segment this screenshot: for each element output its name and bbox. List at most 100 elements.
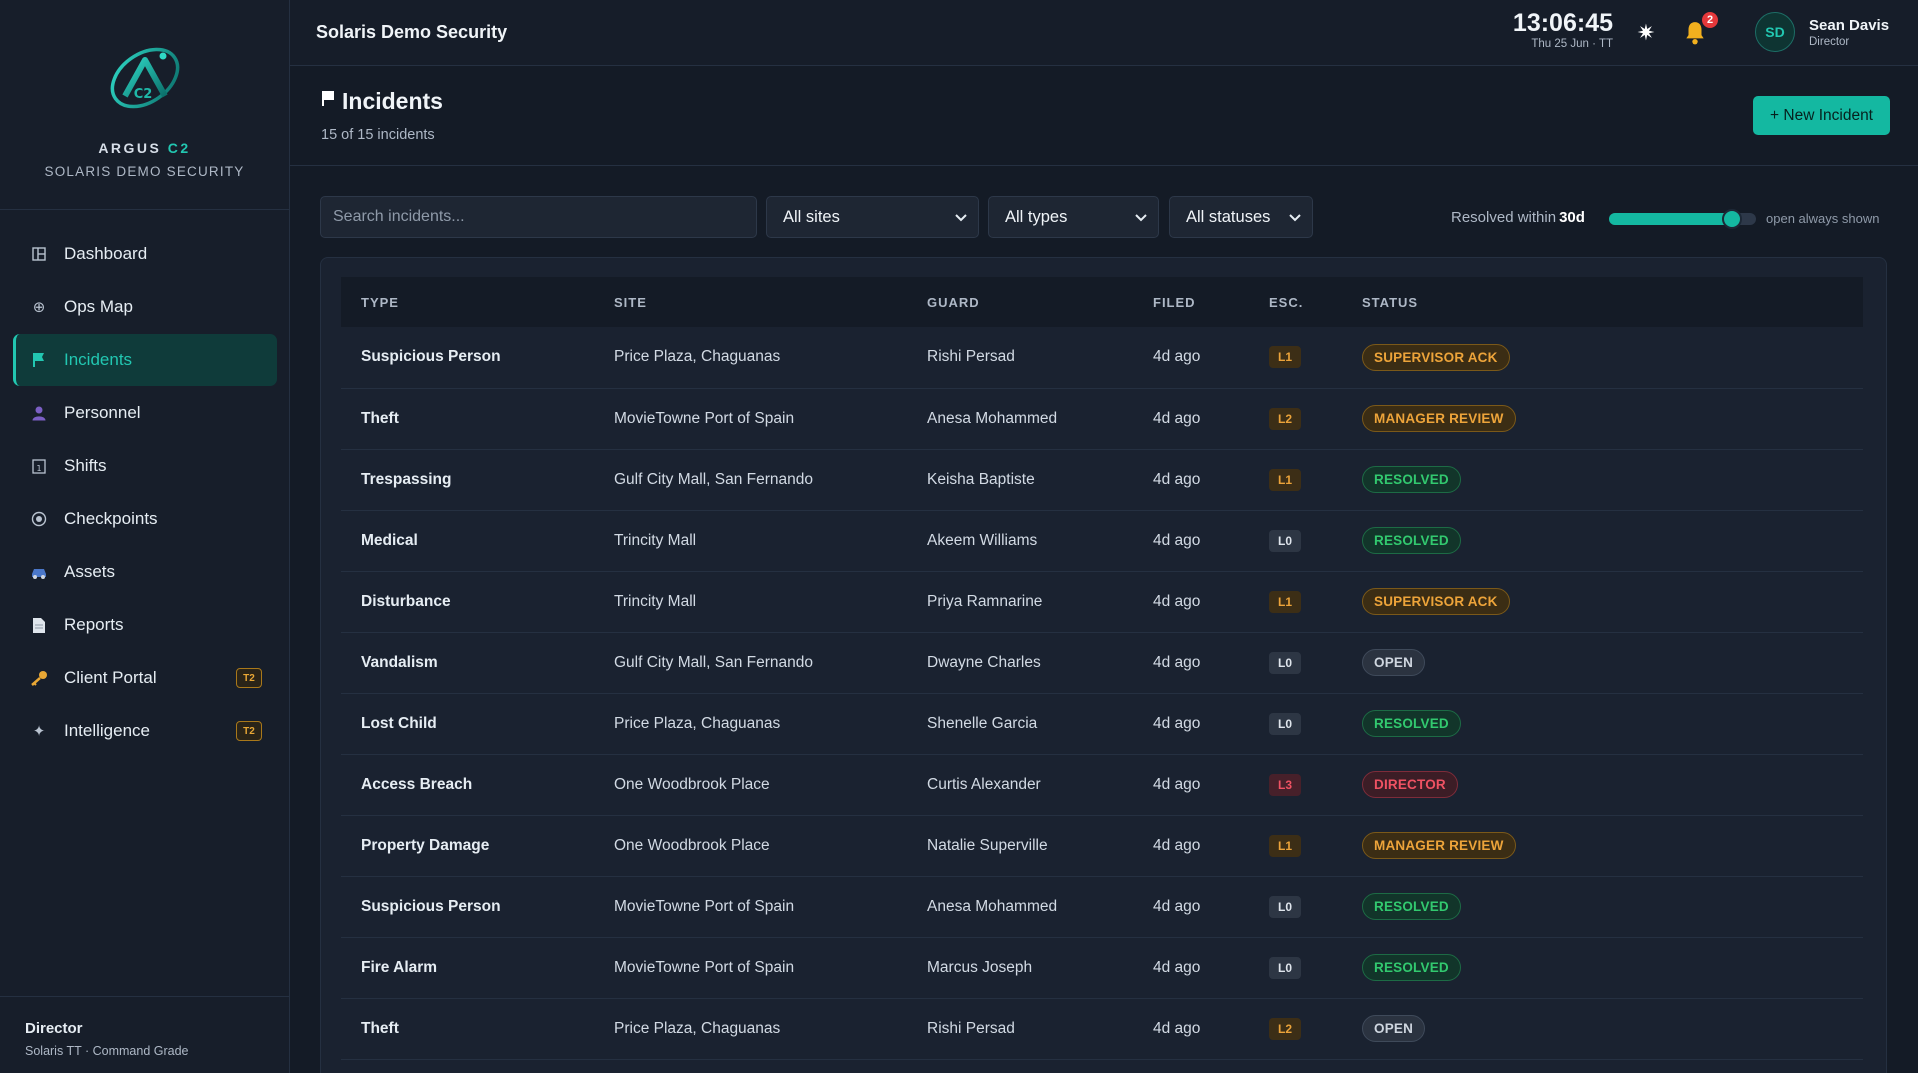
page-title: Incidents [321, 88, 1918, 115]
table-row[interactable]: Property Damage One Woodbrook Place Natali… [341, 815, 1863, 876]
table-row[interactable]: Vandalism Gulf City Mall, San Fernando Dwa… [341, 632, 1863, 693]
incident-status-cell: MANAGER REVIEW [1342, 388, 1863, 449]
user-menu[interactable]: SD Sean Davis Director [1755, 12, 1889, 52]
incident-guard: Marcus Joseph [927, 958, 1033, 976]
sidebar-item-dashboard[interactable]: Dashboard [13, 228, 277, 280]
document-icon [30, 616, 48, 634]
incident-escalation-cell: L1 [1249, 815, 1342, 876]
table-body: Suspicious Person Price Plaza, Chaguanas R… [341, 327, 1863, 1059]
incident-type: Fire Alarm [361, 958, 438, 976]
site-filter-select[interactable]: All sites [766, 196, 979, 238]
table-row[interactable]: Disturbance Trincity Mall Priya Ramnarine 4… [341, 571, 1863, 632]
column-header-escalation[interactable]: ESC. [1249, 277, 1342, 327]
column-header-guard[interactable]: GUARD [907, 277, 1133, 327]
incident-filed: 4d ago [1153, 348, 1201, 366]
key-icon [30, 669, 48, 687]
sidebar-item-label: Shifts [64, 456, 107, 475]
sidebar-item-ops-map[interactable]: ⊕ Ops Map [13, 281, 277, 333]
table-row[interactable]: Suspicious Person MovieTowne Port of Spai… [341, 876, 1863, 937]
brand-name: ARGUS C2 [98, 140, 191, 156]
incident-type: Lost Child [361, 714, 437, 732]
status-filter-select[interactable]: All statuses [1169, 196, 1313, 238]
filter-bar: All sites All types All statuses Resolve… [290, 166, 1918, 256]
incident-site: MovieTowne Port of Spain [614, 958, 795, 976]
column-header-filed[interactable]: FILED [1133, 277, 1249, 327]
incident-filed: 4d ago [1153, 836, 1201, 854]
dashboard-icon [30, 245, 48, 263]
app-root: C2 ARGUS C2 SOLARIS DEMO SECURITY Dashbo… [0, 0, 1918, 1073]
incident-guard: Natalie Superville [927, 836, 1048, 854]
incident-escalation-cell: L0 [1249, 937, 1342, 998]
incident-site: Price Plaza, Chaguanas [614, 714, 781, 732]
incident-type: Disturbance [361, 592, 451, 610]
incident-type: Medical [361, 531, 418, 549]
sparkle-icon: ✦ [32, 723, 46, 740]
svg-text:C2: C2 [133, 87, 152, 102]
column-header-site[interactable]: SITE [594, 277, 907, 327]
table-row[interactable]: Medical Trincity Mall Akeem Williams 4d ago… [341, 510, 1863, 571]
table-row[interactable]: Trespassing Gulf City Mall, San Fernando K… [341, 449, 1863, 510]
brand-block: C2 ARGUS C2 SOLARIS DEMO SECURITY [0, 0, 289, 210]
status-badge: OPEN [1362, 649, 1426, 676]
table-row[interactable]: Lost Child Price Plaza, Chaguanas Shenelle… [341, 693, 1863, 754]
incident-site: Price Plaza, Chaguanas [614, 348, 781, 366]
slider-handle[interactable] [1722, 209, 1742, 229]
chevron-down-icon [955, 214, 967, 222]
incident-site: Gulf City Mall, San Fernando [614, 653, 814, 671]
sidebar-item-label: Intelligence [64, 721, 151, 740]
incident-guard: Shenelle Garcia [927, 714, 1038, 732]
theme-toggle-sun-icon[interactable]: ✷ [1633, 20, 1659, 46]
escalation-badge: L0 [1269, 651, 1301, 674]
incident-status-cell: OPEN [1342, 632, 1863, 693]
sidebar-item-reports[interactable]: Reports [13, 599, 277, 651]
status-badge: SUPERVISOR ACK [1362, 588, 1510, 615]
sidebar-item-client-portal[interactable]: Client Portal T2 [13, 652, 277, 704]
incident-filed: 4d ago [1153, 531, 1201, 549]
search-input[interactable] [320, 196, 757, 238]
tier-badge: T2 [236, 668, 262, 688]
incident-escalation-cell: L0 [1249, 693, 1342, 754]
resolved-range-slider[interactable] [1609, 209, 1756, 229]
incident-escalation-cell: L1 [1249, 571, 1342, 632]
column-header-status[interactable]: STATUS [1342, 277, 1863, 327]
sidebar-item-shifts[interactable]: 1 Shifts [13, 440, 277, 492]
incident-filed: 4d ago [1153, 470, 1201, 488]
incident-site: MovieTowne Port of Spain [614, 409, 795, 427]
type-filter-value: All types [1005, 207, 1068, 226]
resolved-range-label: Resolved within 30d [1451, 209, 1585, 226]
table-row[interactable]: Access Breach One Woodbrook Place Curtis A… [341, 754, 1863, 815]
notifications-button[interactable]: 2 [1682, 10, 1720, 47]
sidebar-item-assets[interactable]: Assets [13, 546, 277, 598]
new-incident-button[interactable]: + New Incident [1753, 96, 1890, 135]
table-row[interactable]: Fire Alarm MovieTowne Port of Spain Marcus… [341, 937, 1863, 998]
escalation-badge: L0 [1269, 895, 1301, 918]
table-row[interactable]: Theft MovieTowne Port of Spain Anesa Moham… [341, 388, 1863, 449]
incident-site: Trincity Mall [614, 531, 697, 549]
incident-site: Price Plaza, Chaguanas [614, 1019, 781, 1037]
avatar: SD [1755, 12, 1795, 52]
table-row[interactable]: Suspicious Person Price Plaza, Chaguanas R… [341, 327, 1863, 388]
table-row[interactable]: Theft Price Plaza, Chaguanas Rishi Persad 4… [341, 998, 1863, 1059]
sidebar-item-intelligence[interactable]: ✦ Intelligence T2 [13, 705, 277, 757]
clock-date: Thu 25 Jun · TT [1531, 38, 1613, 50]
incident-status-cell: RESOLVED [1342, 449, 1863, 510]
svg-text:1: 1 [36, 464, 41, 473]
argus-c2-logo: C2 [110, 47, 179, 109]
type-filter-select[interactable]: All types [988, 196, 1159, 238]
incident-filed: 4d ago [1153, 897, 1201, 915]
escalation-badge: L1 [1269, 590, 1301, 613]
incident-count: 15 of 15 incidents [321, 127, 435, 143]
sidebar-item-label: Reports [64, 615, 124, 634]
column-header-type[interactable]: TYPE [341, 277, 594, 327]
sidebar-item-incidents[interactable]: Incidents [13, 334, 277, 386]
incident-escalation-cell: L0 [1249, 876, 1342, 937]
escalation-badge: L0 [1269, 712, 1301, 735]
target-icon [30, 510, 48, 528]
chevron-down-icon [1135, 214, 1147, 222]
escalation-badge: L0 [1269, 956, 1301, 979]
escalation-badge: L1 [1269, 346, 1301, 369]
footer-role: Director [25, 1020, 83, 1037]
sidebar-item-personnel[interactable]: Personnel [13, 387, 277, 439]
sidebar-item-checkpoints[interactable]: Checkpoints [13, 493, 277, 545]
sidebar-item-label: Incidents [64, 350, 133, 369]
